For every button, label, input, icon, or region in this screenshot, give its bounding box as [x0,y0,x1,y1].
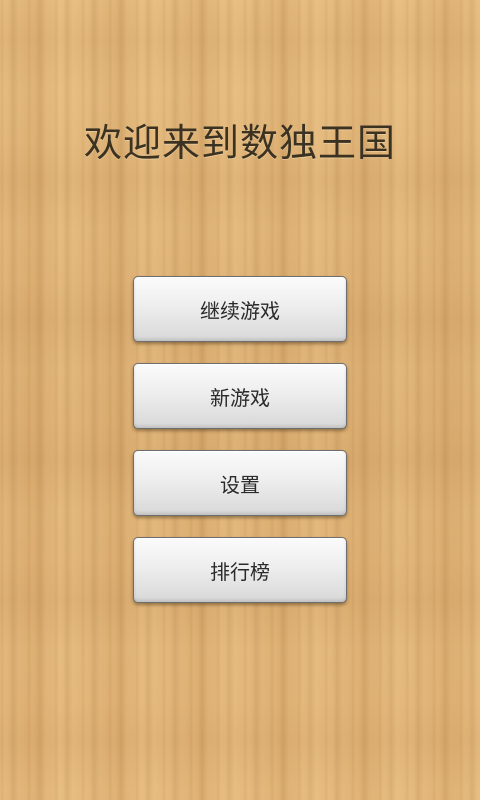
page-title: 欢迎来到数独王国 [83,121,396,165]
leaderboard-button[interactable]: 排行榜 [133,537,347,603]
continue-game-button[interactable]: 继续游戏 [133,276,347,342]
new-game-button[interactable]: 新游戏 [133,363,347,429]
settings-button[interactable]: 设置 [133,450,347,516]
main-menu: 继续游戏 新游戏 设置 排行榜 [133,276,347,603]
